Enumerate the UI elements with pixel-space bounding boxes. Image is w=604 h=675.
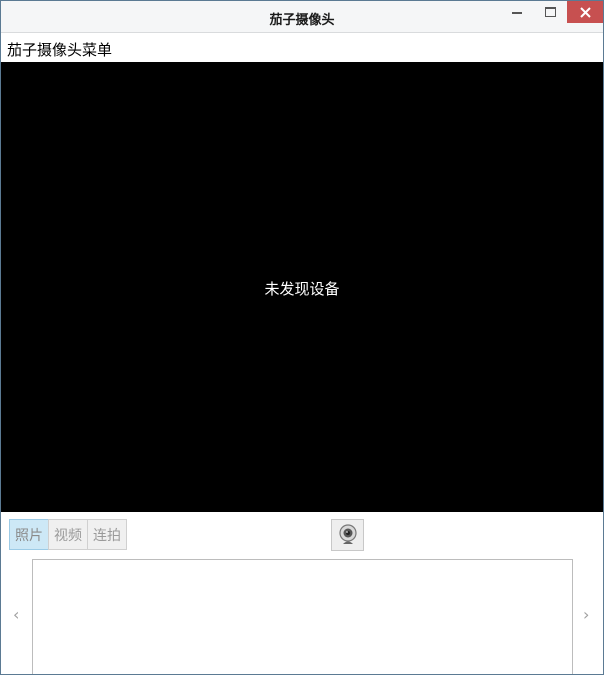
close-button[interactable] bbox=[567, 1, 603, 23]
app-window: 茄子摄像头 茄子摄像头菜单 未发现设备 照片 视频 连拍 ‹ › bbox=[0, 0, 604, 675]
maximize-button[interactable] bbox=[537, 1, 563, 23]
tab-photo[interactable]: 照片 bbox=[9, 519, 49, 550]
title-bar: 茄子摄像头 bbox=[1, 1, 603, 33]
menu-bar: 茄子摄像头菜单 bbox=[1, 33, 603, 61]
camera-preview: 未发现设备 bbox=[1, 62, 603, 512]
thumbnail-strip bbox=[32, 559, 573, 674]
maximize-icon bbox=[544, 7, 556, 17]
chevron-left-icon[interactable]: ‹ bbox=[13, 605, 19, 624]
tab-burst[interactable]: 连拍 bbox=[87, 519, 127, 550]
close-icon bbox=[579, 6, 591, 18]
chevron-right-icon[interactable]: › bbox=[583, 605, 589, 624]
capture-button[interactable] bbox=[331, 519, 364, 551]
camera-menu[interactable]: 茄子摄像头菜单 bbox=[7, 39, 112, 60]
minimize-icon bbox=[512, 12, 522, 14]
minimize-button[interactable] bbox=[504, 1, 530, 23]
no-device-message: 未发现设备 bbox=[264, 280, 340, 298]
tab-video[interactable]: 视频 bbox=[48, 519, 88, 550]
webcam-icon bbox=[338, 524, 357, 544]
capture-mode-tabs: 照片 视频 连拍 bbox=[9, 519, 127, 551]
